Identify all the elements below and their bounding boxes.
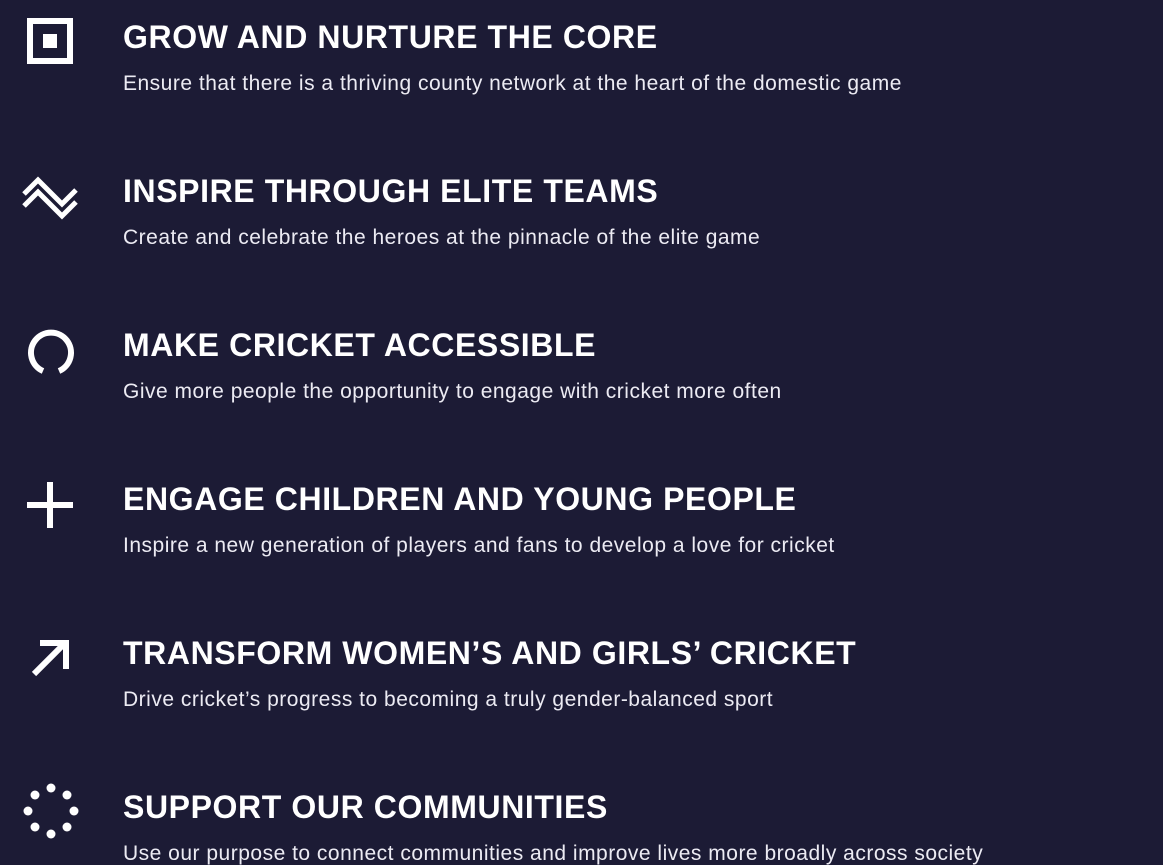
open-ring-icon xyxy=(22,320,80,378)
plus-icon xyxy=(22,474,80,532)
pillar-title: TRANSFORM WOMEN’S AND GIRLS’ CRICKET xyxy=(123,635,857,671)
pillar-title: MAKE CRICKET ACCESSIBLE xyxy=(123,327,597,363)
pillar-description: Create and celebrate the heroes at the p… xyxy=(123,226,761,249)
pillar-accessible: MAKE CRICKET ACCESSIBLE Give more people… xyxy=(0,310,1163,440)
square-target-icon xyxy=(22,12,80,70)
pillar-description: Drive cricket’s progress to becoming a t… xyxy=(123,688,774,711)
pillar-title: ENGAGE CHILDREN AND YOUNG PEOPLE xyxy=(123,481,797,517)
pillar-description: Ensure that there is a thriving county n… xyxy=(123,72,902,95)
dotted-circle-icon xyxy=(22,782,80,840)
zigzag-chevron-icon xyxy=(22,166,80,224)
pillar-title: INSPIRE THROUGH ELITE TEAMS xyxy=(123,173,659,209)
pillar-title: SUPPORT OUR COMMUNITIES xyxy=(123,789,608,825)
arrow-up-right-icon xyxy=(22,628,80,686)
pillar-description: Inspire a new generation of players and … xyxy=(123,534,835,557)
pillar-womens-cricket: TRANSFORM WOMEN’S AND GIRLS’ CRICKET Dri… xyxy=(0,618,1163,748)
pillar-communities: SUPPORT OUR COMMUNITIES Use our purpose … xyxy=(0,772,1163,865)
pillar-elite-teams: INSPIRE THROUGH ELITE TEAMS Create and c… xyxy=(0,156,1163,286)
pillar-title: GROW AND NURTURE THE CORE xyxy=(123,19,658,55)
pillar-description: Give more people the opportunity to enga… xyxy=(123,380,782,403)
pillar-grow-core: GROW AND NURTURE THE CORE Ensure that th… xyxy=(0,2,1163,132)
pillar-description: Use our purpose to connect communities a… xyxy=(123,842,984,865)
pillar-young-people: ENGAGE CHILDREN AND YOUNG PEOPLE Inspire… xyxy=(0,464,1163,594)
